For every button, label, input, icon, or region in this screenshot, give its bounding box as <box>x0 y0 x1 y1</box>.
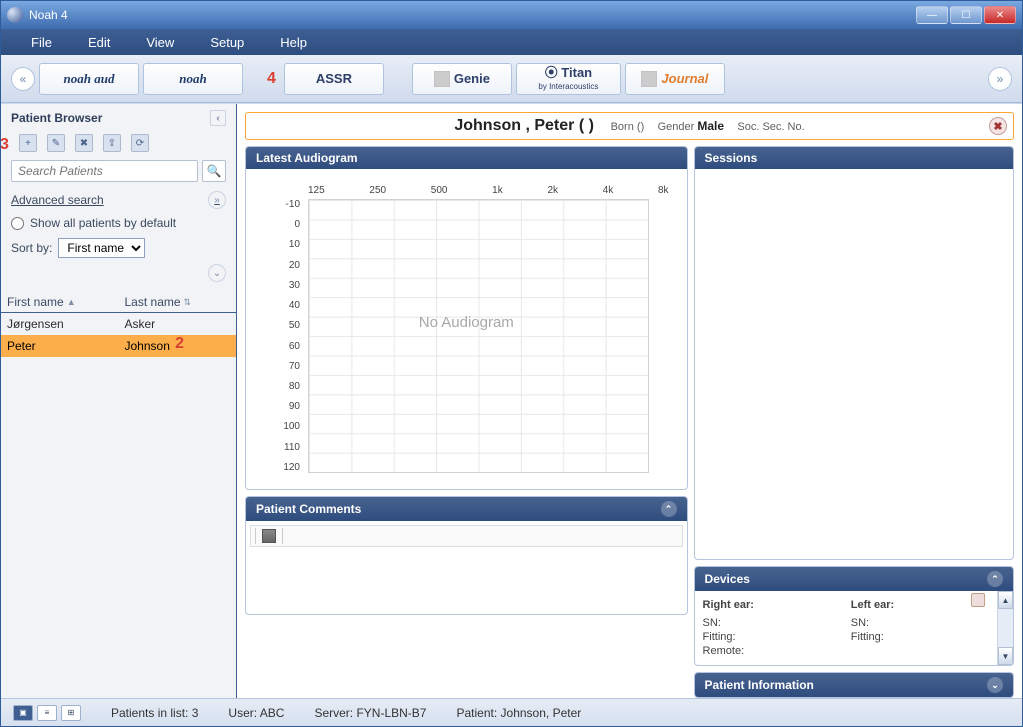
menubar: File Edit View Setup Help <box>1 29 1022 55</box>
patientinfo-expand-icon[interactable]: ⌄ <box>987 677 1003 693</box>
search-icon[interactable]: 🔍 <box>202 160 226 182</box>
devices-scrollbar[interactable]: ▲ ▼ <box>997 591 1013 665</box>
devices-collapse-icon[interactable]: ⌃ <box>987 571 1003 587</box>
col-firstname[interactable]: First name▲ <box>1 292 119 312</box>
sessions-panel: Sessions <box>694 146 1014 560</box>
add-patient-icon[interactable]: + <box>19 134 37 152</box>
patient-browser: 3 Patient Browser ‹ + ✎ ✖ ⇪ ⟳ 🔍 Advanced… <box>1 104 237 698</box>
patient-browser-title: Patient Browser <box>11 111 102 125</box>
patient-name: Johnson , Peter ( ) <box>454 117 594 134</box>
patient-banner: Johnson , Peter ( ) Born () Gender Male … <box>245 112 1014 140</box>
sortby-select[interactable]: First name <box>58 238 145 258</box>
save-icon[interactable] <box>262 529 276 543</box>
audiogram-grid <box>308 199 649 473</box>
show-all-label: Show all patients by default <box>30 216 176 230</box>
edit-patient-icon[interactable]: ✎ <box>47 134 65 152</box>
devices-panel: Devices ⌃ Right ear: SN: Fitting: Remote… <box>694 566 1014 666</box>
comments-collapse-icon[interactable]: ⌃ <box>661 501 677 517</box>
app-icon <box>7 7 23 23</box>
module-assr[interactable]: ASSR <box>284 63 384 95</box>
annotation-3: 3 <box>1 136 9 154</box>
devices-title: Devices <box>705 572 750 586</box>
patientinfo-panel: Patient Information ⌄ <box>694 672 1014 698</box>
menu-file[interactable]: File <box>13 30 70 55</box>
module-nav-next[interactable]: » <box>988 67 1012 91</box>
pb-collapse-button[interactable]: ‹ <box>210 110 226 126</box>
journal-icon <box>641 71 657 87</box>
comments-toolbar <box>250 525 683 547</box>
audiogram-panel: Latest Audiogram 125 250 500 1k 2k 4k 8k <box>245 146 688 490</box>
no-audiogram-label: No Audiogram <box>254 314 679 331</box>
sortby-label: Sort by: <box>11 241 52 255</box>
filter-collapse-icon[interactable]: ⌄ <box>208 264 226 282</box>
sort-asc-icon: ▲ <box>67 297 76 307</box>
right-ear-label: Right ear: <box>703 599 845 611</box>
status-user: ABC <box>260 706 285 720</box>
cell-first: Jørgensen <box>1 313 119 335</box>
annotation-4: 4 <box>263 70 280 88</box>
view-grid-icon[interactable]: ⊞ <box>61 705 81 721</box>
menu-edit[interactable]: Edit <box>70 30 128 55</box>
maximize-button[interactable]: ☐ <box>950 6 982 24</box>
scroll-up-icon[interactable]: ▲ <box>998 591 1013 609</box>
comments-textarea[interactable] <box>250 547 683 607</box>
advanced-expand-icon[interactable]: » <box>208 191 226 209</box>
scroll-down-icon[interactable]: ▼ <box>998 647 1013 665</box>
patient-close-icon[interactable]: ✖ <box>989 117 1007 135</box>
menu-setup[interactable]: Setup <box>192 30 262 55</box>
search-input[interactable] <box>11 160 198 182</box>
right-sn: SN: <box>703 617 845 629</box>
module-nav-prev[interactable]: « <box>11 67 35 91</box>
refresh-patient-icon[interactable]: ⟳ <box>131 134 149 152</box>
annotation-2: 2 <box>175 335 184 353</box>
remote-label: Remote: <box>703 645 845 657</box>
advanced-search-link[interactable]: Advanced search <box>11 193 104 207</box>
patient-count: 3 <box>192 706 199 720</box>
module-genie[interactable]: Genie <box>412 63 512 95</box>
comments-panel: Patient Comments ⌃ <box>245 496 688 615</box>
module-noah[interactable]: noah <box>143 63 243 95</box>
left-fitting: Fitting: <box>851 631 993 643</box>
app-title: Noah 4 <box>29 8 68 22</box>
comments-title: Patient Comments <box>256 502 361 516</box>
table-row[interactable]: Peter Johnson 2 <box>1 335 236 357</box>
sessions-body <box>695 169 1013 559</box>
module-toolbar: « noah aud noah 4 ASSR Genie ⦿ Titanby I… <box>1 55 1022 103</box>
status-server: FYN-LBN-B7 <box>356 706 426 720</box>
audiogram: 125 250 500 1k 2k 4k 8k -10 0 <box>254 175 679 483</box>
table-row[interactable]: Jørgensen Asker <box>1 313 236 335</box>
patientinfo-title: Patient Information <box>705 678 814 692</box>
left-sn: SN: <box>851 617 993 629</box>
audiogram-title: Latest Audiogram <box>256 151 358 165</box>
show-all-radio[interactable] <box>11 217 24 230</box>
cell-last: Asker <box>119 313 237 335</box>
right-fitting: Fitting: <box>703 631 845 643</box>
delete-patient-icon[interactable]: ✖ <box>75 134 93 152</box>
sort-icon: ⇅ <box>184 297 192 308</box>
module-titan[interactable]: ⦿ Titanby Interacoustics <box>516 63 621 95</box>
cell-first: Peter <box>1 335 119 357</box>
module-journal[interactable]: Journal <box>625 63 725 95</box>
statusbar: ▣ ≡ ⊞ Patients in list: 3 User: ABC Serv… <box>1 698 1022 726</box>
view-detail-icon[interactable]: ▣ <box>13 705 33 721</box>
minimize-button[interactable]: — <box>916 6 948 24</box>
menu-view[interactable]: View <box>128 30 192 55</box>
view-list-icon[interactable]: ≡ <box>37 705 57 721</box>
sessions-title: Sessions <box>705 151 758 165</box>
menu-help[interactable]: Help <box>262 30 325 55</box>
device-config-icon[interactable] <box>971 593 985 607</box>
status-patient: Johnson, Peter <box>501 706 582 720</box>
module-noahaud[interactable]: noah aud <box>39 63 139 95</box>
col-lastname[interactable]: Last name⇅ <box>119 292 237 312</box>
content-area: Johnson , Peter ( ) Born () Gender Male … <box>237 104 1022 698</box>
export-patient-icon[interactable]: ⇪ <box>103 134 121 152</box>
pb-toolbar: + ✎ ✖ ⇪ ⟳ <box>1 132 236 154</box>
close-button[interactable]: ✕ <box>984 6 1016 24</box>
genie-icon <box>434 71 450 87</box>
titlebar: Noah 4 — ☐ ✕ <box>1 1 1022 29</box>
